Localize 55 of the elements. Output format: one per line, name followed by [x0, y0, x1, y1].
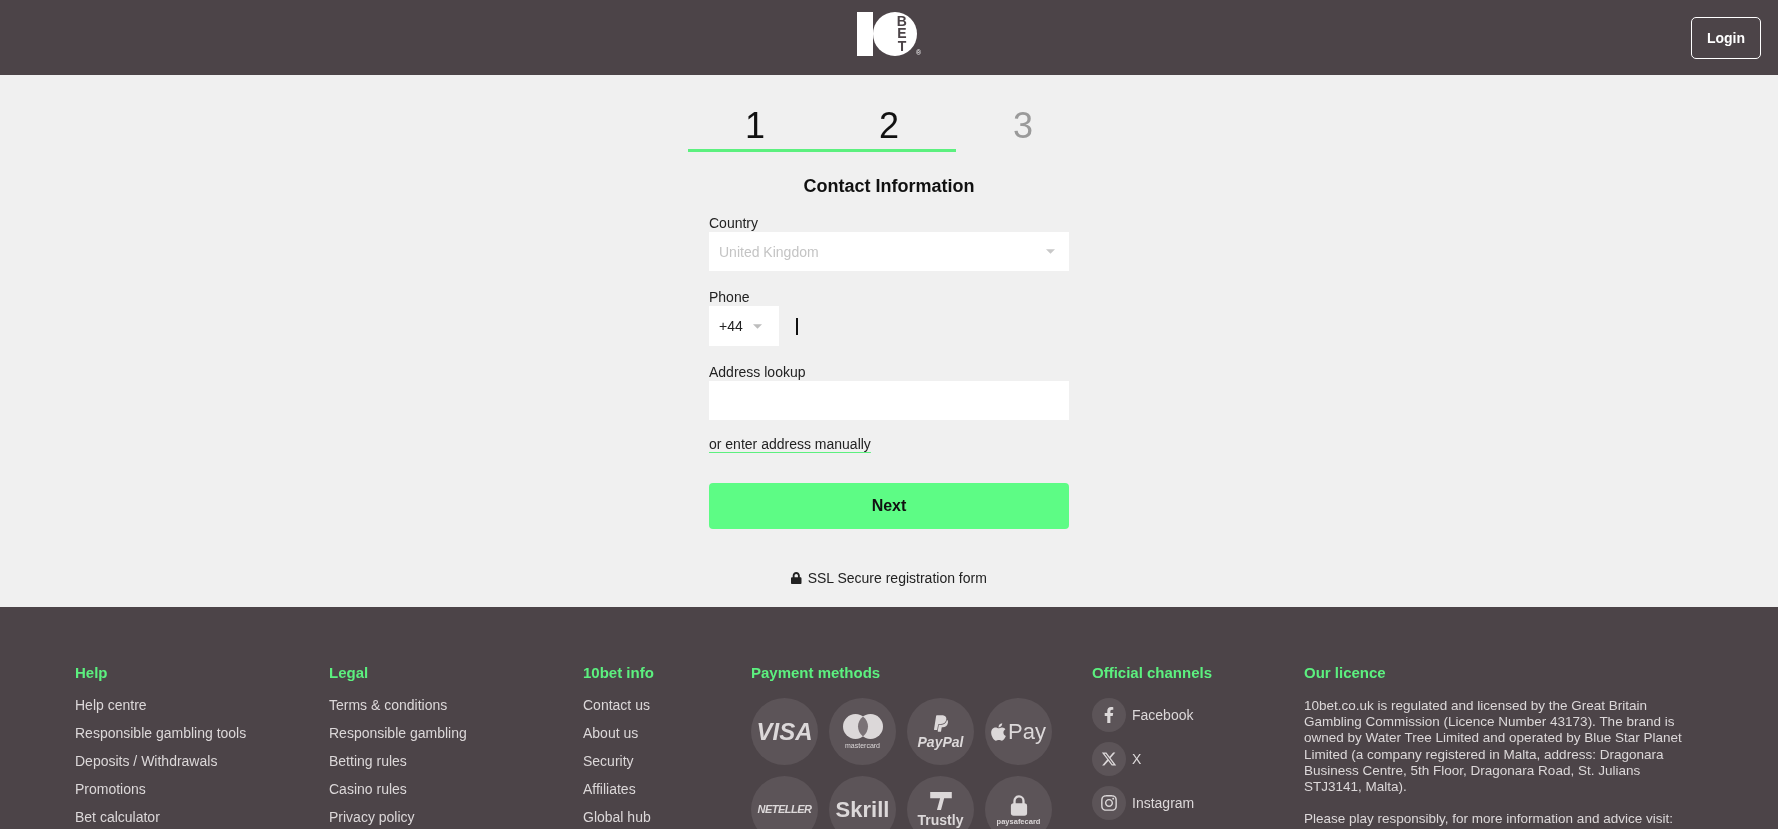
- manual-address-link[interactable]: or enter address manually: [709, 435, 871, 453]
- payment-brand-name: NETELLER: [757, 804, 812, 815]
- step-indicator: 3: [1012, 106, 1034, 148]
- lock-icon: [1009, 793, 1028, 816]
- footer-link[interactable]: Deposits / Withdrawals: [75, 751, 329, 771]
- footer-link[interactable]: Casino rules: [329, 779, 583, 799]
- field-label: Phone: [709, 288, 751, 306]
- next-button[interactable]: Next: [709, 483, 1069, 529]
- payment-brand-name: Pay: [1008, 720, 1046, 743]
- footer-heading: Our licence: [1304, 664, 1387, 682]
- secure-note: SSL Secure registration form: [807, 569, 987, 587]
- licence-text: 10bet.co.uk is regulated and licensed by the Great Britain Gambling Commission (Licence Number 43173). The brand is owned by Water Tree Limited and operated by Blue Star Planet Limited (a company registered in Malta, address: Dragonara Business Centre, 5th Floor, Dragonara Road, St. Julians STJ3141, Malta).: [1304, 698, 1683, 796]
- x-logo-icon: [1092, 742, 1126, 776]
- payment-brand-name: PayPal: [917, 735, 964, 749]
- footer-link[interactable]: Help centre: [75, 695, 329, 715]
- social-link[interactable]: Instagram: [1092, 786, 1195, 820]
- footer-heading: Legal: [329, 664, 370, 682]
- caret-icon: [1046, 249, 1055, 254]
- footer-link[interactable]: Promotions: [75, 779, 329, 799]
- form-title: Contact Information: [803, 176, 975, 196]
- payment-brand-name: Skrill: [835, 798, 890, 821]
- footer-heading: 10bet info: [583, 664, 655, 682]
- payment-brand-name: VISA: [756, 719, 813, 744]
- p-monogram-icon: [933, 714, 948, 733]
- footer-link[interactable]: Bet calculator: [75, 807, 329, 827]
- login-button[interactable]: Login: [1691, 16, 1761, 59]
- instagram-icon: [1092, 786, 1126, 820]
- footer-link[interactable]: Responsible gambling: [329, 723, 583, 743]
- footer-link[interactable]: Responsible gambling tools: [75, 723, 329, 743]
- field-label: Address lookup: [709, 363, 807, 381]
- footer-link[interactable]: About us: [583, 723, 751, 743]
- field-label: Country: [709, 214, 760, 232]
- country-code-select[interactable]: +44: [709, 306, 779, 346]
- footer-link[interactable]: Affiliates: [583, 779, 751, 799]
- footer-link[interactable]: Betting rules: [329, 751, 583, 771]
- step-indicator: 1: [688, 106, 822, 152]
- apple-icon: [991, 721, 1007, 742]
- footer-link[interactable]: Terms & conditions: [329, 695, 583, 715]
- payment-brand-name: Trustly: [917, 813, 964, 827]
- caret-icon: [752, 323, 762, 329]
- footer-link[interactable]: Security: [583, 751, 751, 771]
- t-mark-icon: [929, 792, 952, 810]
- footer-link[interactable]: Global hub: [583, 807, 751, 827]
- overlapping-circles-icon: [842, 714, 883, 739]
- footer-link[interactable]: Privacy policy: [329, 807, 583, 827]
- social-link[interactable]: Facebook: [1092, 698, 1194, 732]
- footer-heading: Help: [75, 664, 109, 682]
- facebook-icon: [1092, 698, 1126, 732]
- footer-heading: Official channels: [1092, 664, 1214, 682]
- step-indicator: 2: [822, 106, 956, 152]
- licence-text: Please play responsibly, for more information and advice visit:: [1304, 811, 1674, 828]
- social-link[interactable]: X: [1092, 742, 1142, 776]
- lock-icon: [791, 572, 802, 584]
- footer-heading: Payment methods: [751, 664, 882, 682]
- footer-link[interactable]: Contact us: [583, 695, 751, 715]
